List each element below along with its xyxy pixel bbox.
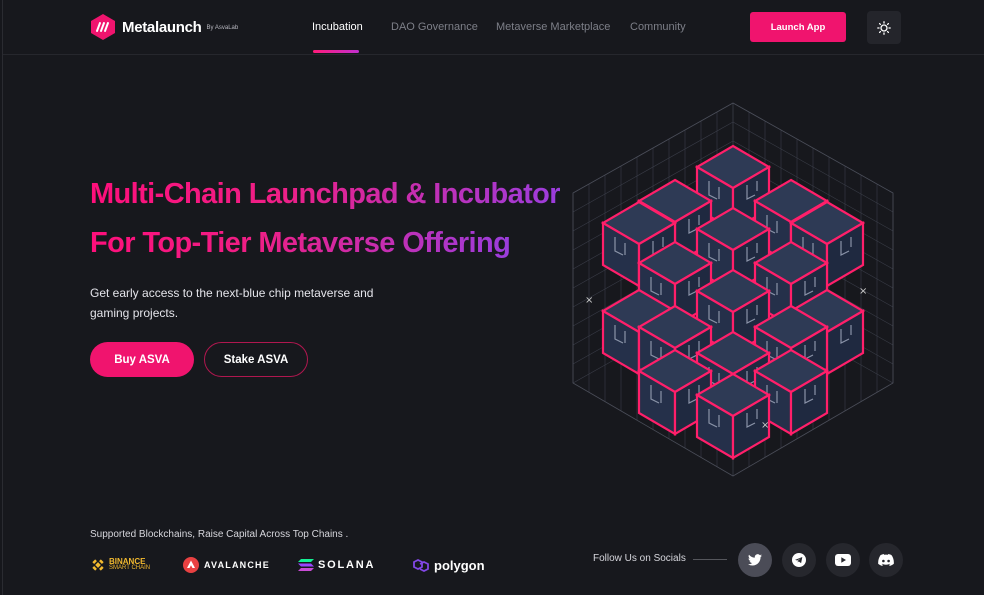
chain-name: BINANCE [109, 557, 146, 566]
isometric-cube-illustration: × × × [572, 102, 894, 477]
active-nav-indicator [313, 50, 359, 53]
nav-community[interactable]: Community [630, 21, 686, 33]
svg-text:×: × [761, 420, 769, 431]
brand-subtitle: By AsvaLab [206, 25, 239, 31]
telegram-icon [792, 553, 806, 567]
youtube-icon [835, 554, 851, 566]
supported-chains-label: Supported Blockchains, Raise Capital Acr… [90, 529, 349, 540]
polygon-icon [413, 558, 429, 573]
theme-toggle-button[interactable] [867, 11, 901, 44]
discord-button[interactable] [869, 543, 903, 577]
discord-icon [878, 554, 894, 566]
metalaunch-logo-icon [91, 14, 115, 40]
chain-name: polygon [434, 557, 485, 573]
buy-asva-button[interactable]: Buy ASVA [90, 342, 194, 377]
divider [693, 559, 727, 560]
brand-logo[interactable]: Metalaunch By AsvaLab [89, 13, 238, 41]
stake-asva-button[interactable]: Stake ASVA [204, 342, 308, 377]
hero-title-line-1: Multi-Chain Launchpad & Incubator [90, 178, 561, 210]
chain-polygon[interactable]: polygon [411, 554, 485, 576]
launch-app-button[interactable]: Launch App [750, 12, 846, 42]
page: Metalaunch By AsvaLab Incubation DAO Gov… [2, 0, 984, 595]
nav-dao-governance[interactable]: DAO Governance [391, 21, 478, 33]
hero-subtitle: Get early access to the next-blue chip m… [90, 286, 374, 320]
twitter-button[interactable] [738, 543, 772, 577]
chain-name: AVALANCHE [204, 560, 270, 570]
chain-subname: SMART CHAIN [109, 565, 151, 571]
youtube-button[interactable] [826, 543, 860, 577]
sun-icon [877, 20, 891, 35]
follow-socials-label: Follow Us on Socials [593, 553, 686, 564]
top-navbar: Metalaunch By AsvaLab Incubation DAO Gov… [3, 0, 984, 55]
chain-avalanche[interactable]: AVALANCHE [183, 554, 270, 576]
nav-incubation[interactable]: Incubation [312, 21, 363, 33]
svg-text:×: × [585, 295, 593, 306]
hero-title-line-2: For Top-Tier Metaverse Offerings [90, 227, 526, 259]
nav-metaverse-marketplace[interactable]: Metaverse Marketplace [496, 21, 610, 33]
avalanche-icon [183, 557, 199, 573]
brand-name: Metalaunch [122, 18, 202, 36]
binance-icon [92, 559, 104, 571]
chain-name: SOLANA [318, 559, 376, 571]
telegram-button[interactable] [782, 543, 816, 577]
twitter-icon [748, 554, 762, 566]
solana-icon [298, 559, 314, 571]
chain-solana[interactable]: SOLANA [298, 554, 375, 576]
chain-binance[interactable]: BINANCE SMART CHAIN [90, 554, 150, 576]
svg-text:×: × [859, 286, 867, 297]
